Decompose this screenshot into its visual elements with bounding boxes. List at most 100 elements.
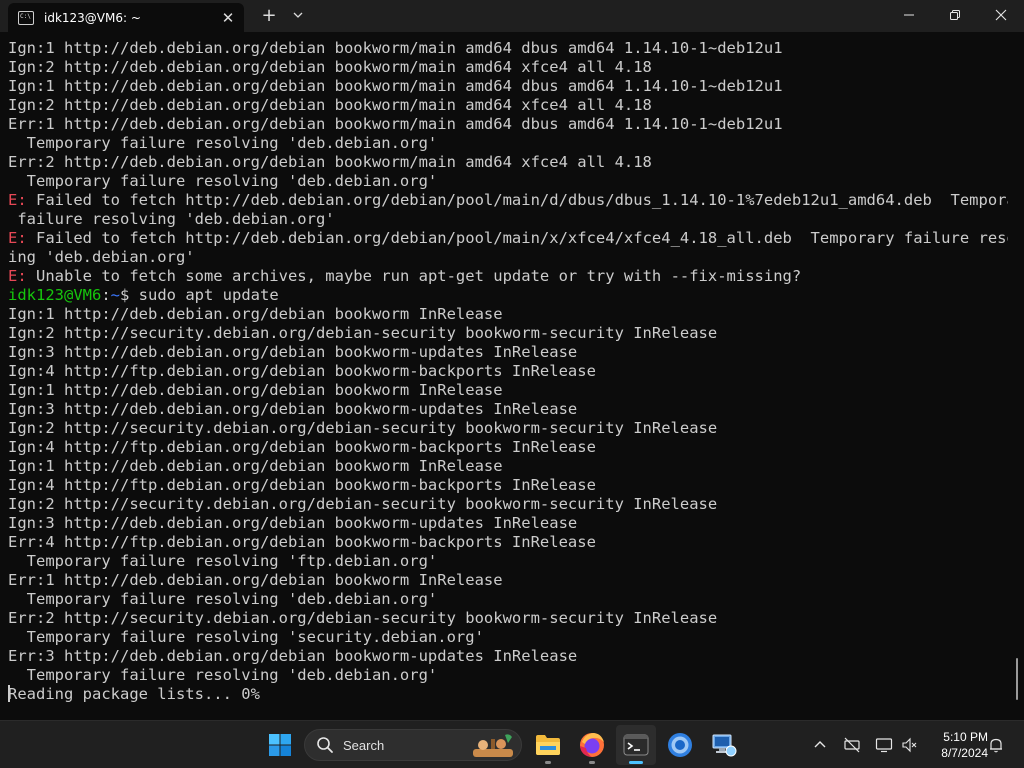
terminal-icon xyxy=(623,734,649,756)
terminal-line: Ign:1 http://deb.debian.org/debian bookw… xyxy=(8,381,1008,400)
taskbar-terminal[interactable] xyxy=(616,725,656,765)
new-tab-button[interactable]: + xyxy=(256,3,282,27)
title-bar[interactable]: idk123@VM6: ~ ✕ + xyxy=(0,0,1024,32)
line-text: Unable to fetch some archives, maybe run… xyxy=(26,267,802,285)
terminal-line: Err:3 http://deb.debian.org/debian bookw… xyxy=(8,647,1008,666)
line-text: Ign:2 http://deb.debian.org/debian bookw… xyxy=(8,96,652,114)
bell-icon xyxy=(990,738,1002,753)
prompt-user: idk123@VM6 xyxy=(8,286,102,304)
speaker-muted-icon xyxy=(902,737,917,753)
terminal-scrollbar[interactable] xyxy=(1016,658,1018,700)
line-text: Err:3 http://deb.debian.org/debian bookw… xyxy=(8,647,578,665)
taskbar-network-app[interactable] xyxy=(704,725,744,765)
tab-terminal[interactable]: idk123@VM6: ~ ✕ xyxy=(8,3,244,32)
start-button[interactable] xyxy=(260,725,300,765)
terminal-line: Temporary failure resolving 'deb.debian.… xyxy=(8,172,1008,191)
minimize-icon xyxy=(904,14,914,16)
line-text: Ign:2 http://security.debian.org/debian-… xyxy=(8,495,718,513)
restore-button[interactable] xyxy=(932,0,978,30)
search-icon xyxy=(315,735,335,755)
restore-icon xyxy=(950,10,960,20)
line-text: Err:1 http://deb.debian.org/debian bookw… xyxy=(8,115,783,133)
terminal-line: idk123@VM6:~$ sudo apt update xyxy=(8,286,1008,305)
terminal-line: failure resolving 'deb.debian.org' xyxy=(8,210,1008,229)
terminal-line: Ign:3 http://deb.debian.org/debian bookw… xyxy=(8,400,1008,419)
tab-dropdown-button[interactable] xyxy=(286,3,310,27)
terminal-line: Temporary failure resolving 'security.de… xyxy=(8,628,1008,647)
terminal-line: E: Failed to fetch http://deb.debian.org… xyxy=(8,191,1008,210)
line-text: Temporary failure resolving 'deb.debian.… xyxy=(8,666,438,684)
terminal-line: Ign:4 http://ftp.debian.org/debian bookw… xyxy=(8,438,1008,457)
terminal-line: Ign:1 http://deb.debian.org/debian bookw… xyxy=(8,457,1008,476)
line-text: Ign:3 http://deb.debian.org/debian bookw… xyxy=(8,514,578,532)
terminal-line: E: Unable to fetch some archives, maybe … xyxy=(8,267,1008,286)
firefox-icon xyxy=(580,733,604,757)
terminal-line: Ign:2 http://security.debian.org/debian-… xyxy=(8,419,1008,438)
taskbar-file-explorer[interactable] xyxy=(528,725,568,765)
line-text: Failed to fetch http://deb.debian.org/de… xyxy=(26,229,1008,247)
search-highlight-icon xyxy=(473,734,513,757)
terminal-output[interactable]: Ign:1 http://deb.debian.org/debian bookw… xyxy=(8,39,1008,713)
folder-icon xyxy=(536,735,560,755)
terminal-line: Temporary failure resolving 'deb.debian.… xyxy=(8,666,1008,685)
terminal-line: Ign:3 http://deb.debian.org/debian bookw… xyxy=(8,343,1008,362)
taskbar-clock[interactable]: 5:10 PM 8/7/2024 xyxy=(926,729,988,761)
line-text: Ign:3 http://deb.debian.org/debian bookw… xyxy=(8,343,578,361)
terminal-line: Err:2 http://security.debian.org/debian-… xyxy=(8,609,1008,628)
clock-date: 8/7/2024 xyxy=(941,746,988,760)
line-text: Temporary failure resolving 'ftp.debian.… xyxy=(8,552,438,570)
terminal-line: Err:4 http://ftp.debian.org/debian bookw… xyxy=(8,533,1008,552)
line-text: Temporary failure resolving 'deb.debian.… xyxy=(8,172,438,190)
terminal-line: ing 'deb.debian.org' xyxy=(8,248,1008,267)
line-text: Ign:2 http://security.debian.org/debian-… xyxy=(8,324,718,342)
line-text: Ign:2 http://deb.debian.org/debian bookw… xyxy=(8,58,652,76)
running-indicator xyxy=(589,761,595,764)
close-window-button[interactable] xyxy=(978,0,1024,30)
running-indicator xyxy=(545,761,551,764)
terminal-tab-icon xyxy=(18,10,34,25)
close-tab-button[interactable]: ✕ xyxy=(214,6,242,30)
notifications-button[interactable] xyxy=(984,733,1008,757)
line-text: Ign:1 http://deb.debian.org/debian bookw… xyxy=(8,39,783,57)
show-hidden-icons-button[interactable] xyxy=(808,733,832,757)
line-text: Err:1 http://deb.debian.org/debian bookw… xyxy=(8,571,503,589)
terminal-line: Ign:1 http://deb.debian.org/debian bookw… xyxy=(8,305,1008,324)
search-label: Search xyxy=(343,737,385,753)
tray-network-button[interactable] xyxy=(872,733,896,757)
disconnected-icon xyxy=(844,737,860,753)
line-text: Temporary failure resolving 'security.de… xyxy=(8,628,484,646)
line-text: Err:4 http://ftp.debian.org/debian bookw… xyxy=(8,533,596,551)
terminal-window: idk123@VM6: ~ ✕ + Ign:1 http://deb.deb xyxy=(0,0,1024,720)
line-text: Ign:4 http://ftp.debian.org/debian bookw… xyxy=(8,476,596,494)
line-text: Ign:4 http://ftp.debian.org/debian bookw… xyxy=(8,362,596,380)
line-text: failure resolving 'deb.debian.org' xyxy=(8,210,335,228)
taskbar-search[interactable]: Search xyxy=(304,729,522,761)
tray-app-button[interactable] xyxy=(840,733,864,757)
taskbar-firefox[interactable] xyxy=(572,725,612,765)
line-text: Ign:4 http://ftp.debian.org/debian bookw… xyxy=(8,438,596,456)
terminal-line: Err:2 http://deb.debian.org/debian bookw… xyxy=(8,153,1008,172)
terminal-line: Temporary failure resolving 'ftp.debian.… xyxy=(8,552,1008,571)
tray-volume-button[interactable] xyxy=(898,733,922,757)
chevron-down-icon xyxy=(293,12,303,18)
taskbar: Search 5:10 PM 8/7/2024 xyxy=(0,720,1024,768)
prompt-path: ~ xyxy=(110,286,121,304)
line-text: Ign:1 http://deb.debian.org/debian bookw… xyxy=(8,381,503,399)
monitor-icon xyxy=(875,738,893,753)
terminal-line: Ign:4 http://ftp.debian.org/debian bookw… xyxy=(8,476,1008,495)
clock-time: 5:10 PM xyxy=(943,730,988,744)
line-text: : xyxy=(101,286,111,304)
terminal-line: Ign:2 http://deb.debian.org/debian bookw… xyxy=(8,58,1008,77)
tab-title: idk123@VM6: ~ xyxy=(44,10,141,25)
terminal-line: Ign:4 http://ftp.debian.org/debian bookw… xyxy=(8,362,1008,381)
chrome-icon xyxy=(668,733,692,757)
line-text: Ign:3 http://deb.debian.org/debian bookw… xyxy=(8,400,578,418)
terminal-line: Temporary failure resolving 'deb.debian.… xyxy=(8,590,1008,609)
terminal-line: Err:1 http://deb.debian.org/debian bookw… xyxy=(8,571,1008,590)
taskbar-chrome[interactable] xyxy=(660,725,700,765)
terminal-line: Ign:2 http://security.debian.org/debian-… xyxy=(8,495,1008,514)
line-text: Ign:1 http://deb.debian.org/debian bookw… xyxy=(8,457,503,475)
terminal-line: Ign:1 http://deb.debian.org/debian bookw… xyxy=(8,77,1008,96)
minimize-button[interactable] xyxy=(886,0,932,30)
computer-network-icon xyxy=(712,734,737,757)
